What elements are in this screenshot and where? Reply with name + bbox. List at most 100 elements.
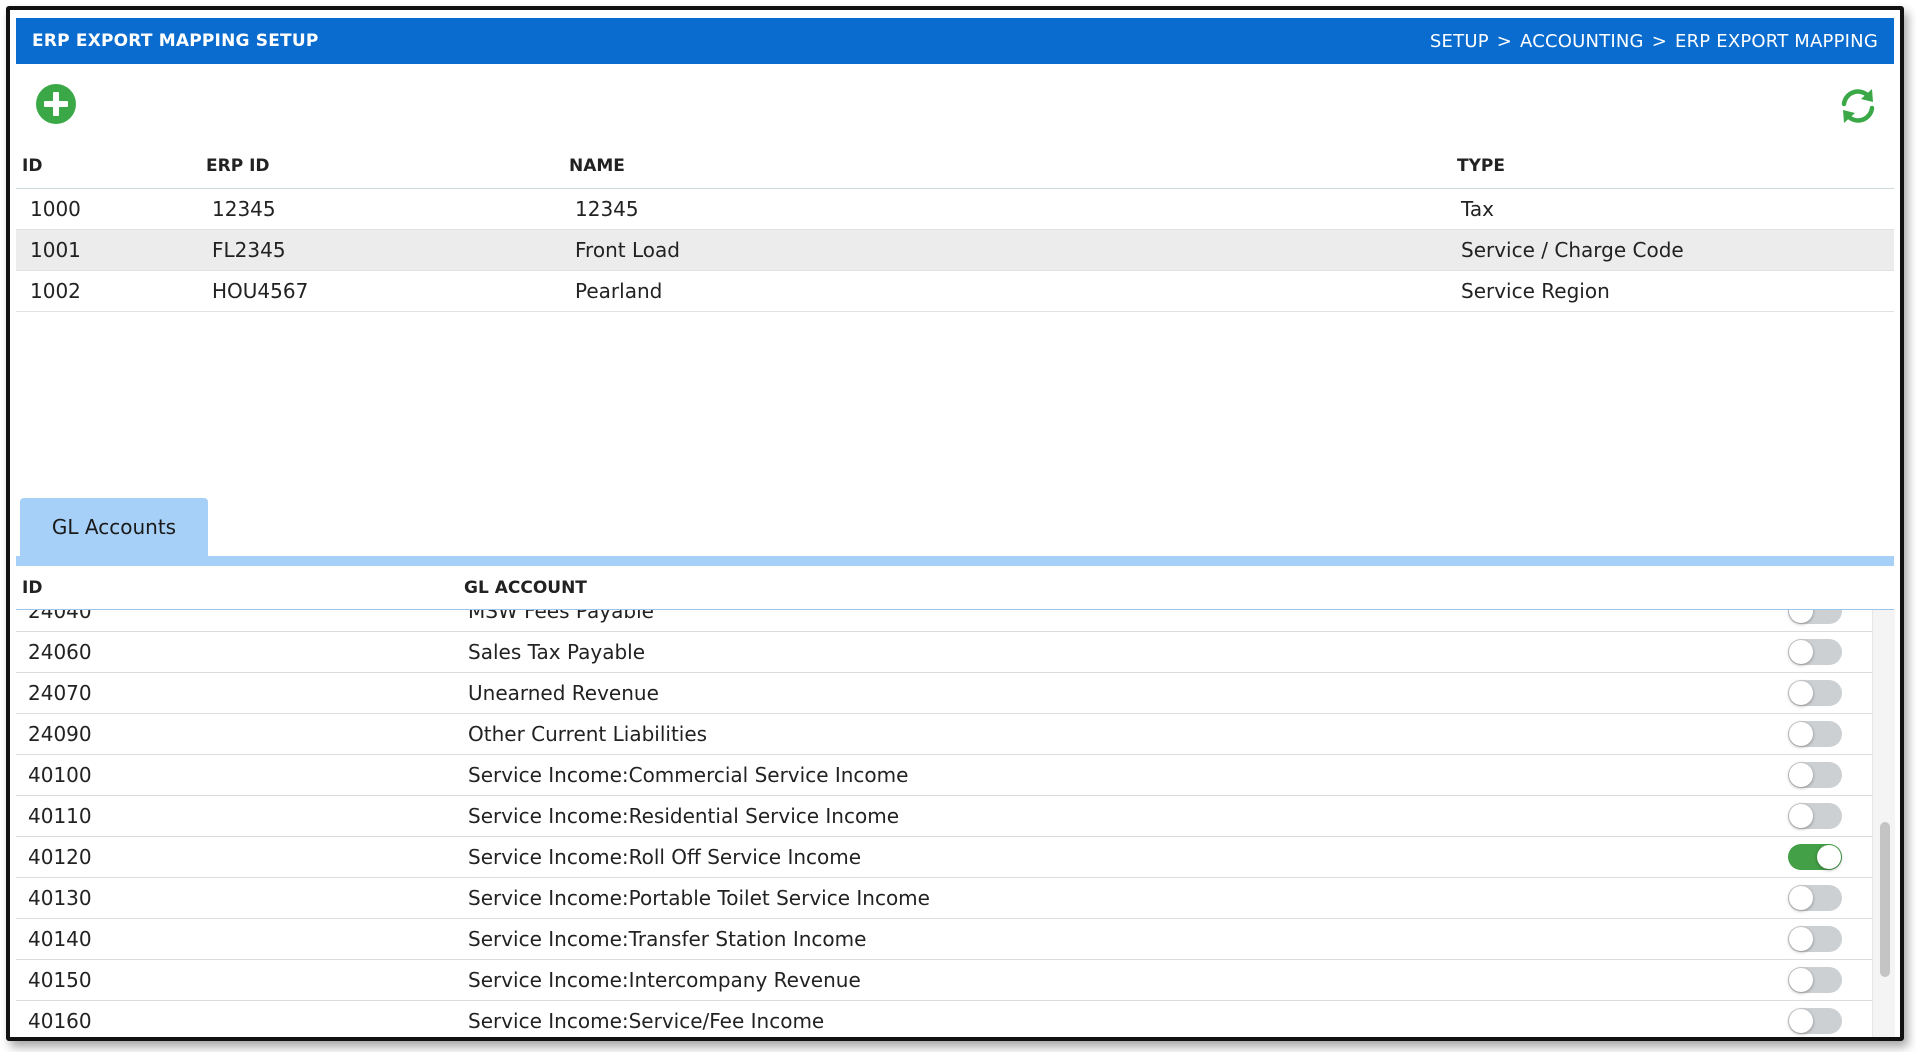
plus-circle-icon <box>36 84 76 124</box>
cell-gl-account: Unearned Revenue <box>468 681 659 705</box>
tab-strip: GL Accounts <box>16 498 1894 556</box>
mapping-table-header: ID ERP ID NAME TYPE <box>16 144 1894 189</box>
toggle-knob <box>1789 763 1813 787</box>
breadcrumb-setup[interactable]: SETUP <box>1430 31 1489 52</box>
cell-gl-account: Sales Tax Payable <box>468 640 646 664</box>
cell-id: 24070 <box>28 681 92 705</box>
enabled-toggle[interactable] <box>1788 885 1842 911</box>
cell-gl-account: Service Income:Transfer Station Income <box>468 927 867 951</box>
tab-underline <box>16 556 1894 566</box>
list-item[interactable]: 24060 Sales Tax Payable <box>16 632 1872 673</box>
table-row[interactable]: 1000 12345 12345 Tax <box>16 189 1894 230</box>
list-item[interactable]: 40130 Service Income:Portable Toilet Serv… <box>16 878 1872 919</box>
cell-name: Pearland <box>575 279 663 303</box>
mapping-table-body: 1000 12345 12345 Tax 1001 FL2345 Front L… <box>16 189 1894 312</box>
list-item[interactable]: 24070 Unearned Revenue <box>16 673 1872 714</box>
enabled-toggle[interactable] <box>1788 803 1842 829</box>
list-item[interactable]: 24090 Other Current Liabilities <box>16 714 1872 755</box>
table-row[interactable]: 1001 FL2345 Front Load Service / Charge … <box>16 230 1894 271</box>
cell-name: Front Load <box>575 238 680 262</box>
cell-gl-account: Service Income:Residential Service Incom… <box>468 804 899 828</box>
cell-erp-id: 12345 <box>212 197 276 221</box>
enabled-toggle[interactable] <box>1788 1008 1842 1034</box>
cell-id: 24060 <box>28 640 92 664</box>
cell-gl-account: Service Income:Service/Fee Income <box>468 1009 825 1033</box>
toggle-knob <box>1789 722 1813 746</box>
cell-gl-account: Service Income:Portable Toilet Service I… <box>468 886 930 910</box>
cell-gl-account: Service Income:Roll Off Service Income <box>468 845 862 869</box>
cell-gl-account: Service Income:Intercompany Revenue <box>468 968 861 992</box>
toggle-knob <box>1789 927 1813 951</box>
breadcrumb-erp-export-mapping: ERP EXPORT MAPPING <box>1675 30 1878 52</box>
cell-id: 40160 <box>28 1009 92 1033</box>
header-bar: ERP EXPORT MAPPING SETUP SETUP > ACCOUNT… <box>16 18 1894 64</box>
toggle-knob <box>1817 845 1841 869</box>
breadcrumb-accounting[interactable]: ACCOUNTING <box>1520 31 1644 52</box>
toggle-knob <box>1789 610 1813 623</box>
cell-id: 1000 <box>30 197 81 221</box>
add-button[interactable] <box>34 82 78 126</box>
toggle-knob <box>1789 640 1813 664</box>
gl-list: 24040 MSW Fees Payable 24060 Sales Tax Paya… <box>16 610 1872 1037</box>
column-header-id[interactable]: ID <box>22 566 42 610</box>
cell-type: Service Region <box>1461 279 1610 303</box>
cell-gl-account: Service Income:Commercial Service Income <box>468 763 909 787</box>
refresh-button[interactable] <box>1836 84 1880 128</box>
cell-type: Tax <box>1461 197 1494 221</box>
toggle-knob <box>1789 804 1813 828</box>
cell-id: 40120 <box>28 845 92 869</box>
cell-erp-id: HOU4567 <box>212 279 309 303</box>
tab-gl-accounts[interactable]: GL Accounts <box>20 498 208 556</box>
table-row[interactable]: 1002 HOU4567 Pearland Service Region <box>16 271 1894 312</box>
cell-gl-account: Other Current Liabilities <box>468 722 708 746</box>
toggle-knob <box>1789 681 1813 705</box>
column-header-erp-id[interactable]: ERP ID <box>206 144 270 188</box>
gl-table-body: 24040 MSW Fees Payable 24060 Sales Tax Paya… <box>16 610 1872 1037</box>
cell-id: 24090 <box>28 722 92 746</box>
cell-erp-id: FL2345 <box>212 238 286 262</box>
breadcrumb-separator: > <box>1496 30 1513 52</box>
cell-id: 40100 <box>28 763 92 787</box>
column-header-type[interactable]: TYPE <box>1457 144 1505 188</box>
cell-name: 12345 <box>575 197 639 221</box>
breadcrumb-separator: > <box>1651 30 1668 52</box>
enabled-toggle[interactable] <box>1788 844 1842 870</box>
column-header-name[interactable]: NAME <box>569 144 625 188</box>
gl-table-header: ID GL ACCOUNT <box>16 566 1894 610</box>
column-header-id[interactable]: ID <box>22 144 42 188</box>
cell-id: 24040 <box>28 610 92 623</box>
enabled-toggle[interactable] <box>1788 639 1842 665</box>
cell-id: 40130 <box>28 886 92 910</box>
enabled-toggle[interactable] <box>1788 967 1842 993</box>
list-item[interactable]: 40120 Service Income:Roll Off Service Inc… <box>16 837 1872 878</box>
list-item[interactable]: 40140 Service Income:Transfer Station Inc… <box>16 919 1872 960</box>
scrollbar-thumb[interactable] <box>1880 822 1890 977</box>
column-header-gl-account[interactable]: GL ACCOUNT <box>464 566 587 610</box>
page-title: ERP EXPORT MAPPING SETUP <box>32 31 319 51</box>
enabled-toggle[interactable] <box>1788 680 1842 706</box>
list-item[interactable]: 40150 Service Income:Intercompany Revenue <box>16 960 1872 1001</box>
toggle-knob <box>1789 1009 1813 1033</box>
cell-id: 40140 <box>28 927 92 951</box>
toggle-knob <box>1789 886 1813 910</box>
list-item[interactable]: 40110 Service Income:Residential Service … <box>16 796 1872 837</box>
enabled-toggle[interactable] <box>1788 762 1842 788</box>
cell-id: 40150 <box>28 968 92 992</box>
breadcrumb: SETUP > ACCOUNTING > ERP EXPORT MAPPING <box>1430 31 1878 52</box>
cell-type: Service / Charge Code <box>1461 238 1684 262</box>
enabled-toggle[interactable] <box>1788 721 1842 747</box>
enabled-toggle[interactable] <box>1788 610 1842 624</box>
enabled-toggle[interactable] <box>1788 926 1842 952</box>
cell-gl-account: MSW Fees Payable <box>468 610 654 623</box>
cell-id: 40110 <box>28 804 92 828</box>
cell-id: 1002 <box>30 279 81 303</box>
cell-id: 1001 <box>30 238 81 262</box>
toggle-knob <box>1789 968 1813 992</box>
list-item[interactable]: 40160 Service Income:Service/Fee Income <box>16 1001 1872 1037</box>
app-window: ERP EXPORT MAPPING SETUP SETUP > ACCOUNT… <box>6 6 1904 1041</box>
scrollbar[interactable] <box>1872 610 1895 1037</box>
list-item[interactable]: 40100 Service Income:Commercial Service I… <box>16 755 1872 796</box>
refresh-icon <box>1841 89 1875 123</box>
list-item[interactable]: 24040 MSW Fees Payable <box>16 610 1872 632</box>
toolbar <box>16 72 1894 128</box>
